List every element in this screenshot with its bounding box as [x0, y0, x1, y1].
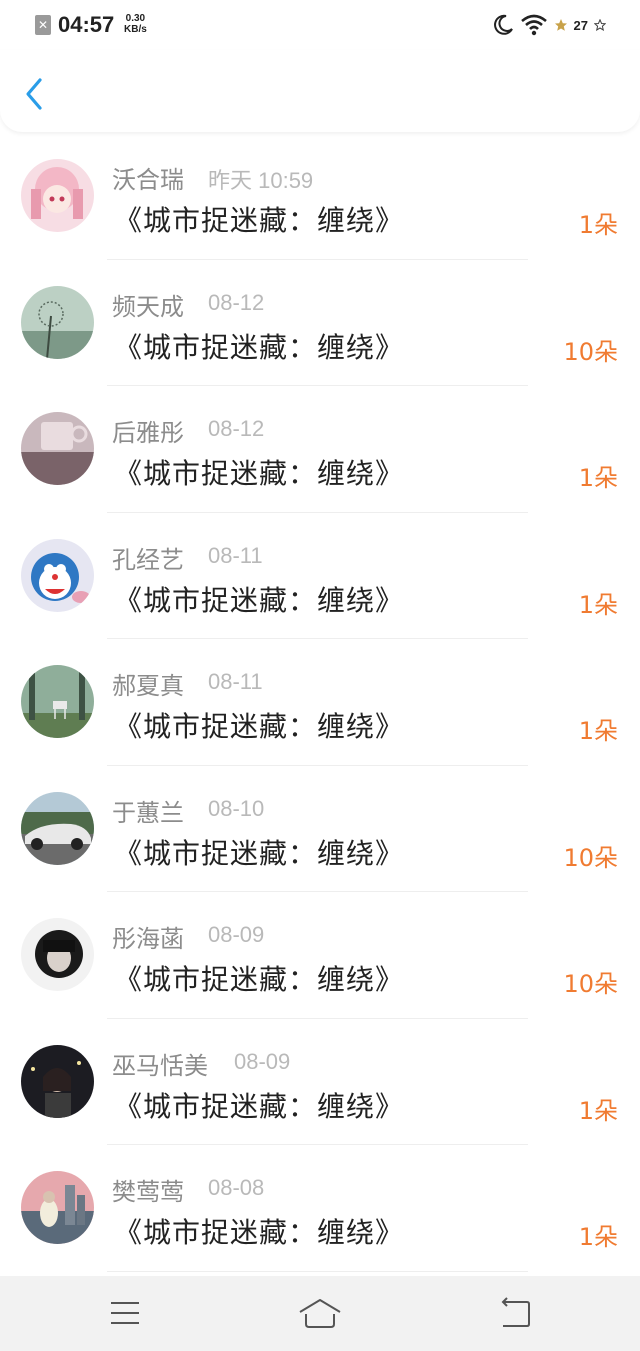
list-item[interactable]: 后雅彤 08-12 《城市捉迷藏：缠绕》 1朵	[0, 386, 640, 513]
sender-name: 后雅彤	[112, 419, 184, 447]
avatar[interactable]	[21, 538, 94, 612]
time: 昨天 10:59	[208, 168, 314, 193]
flower-count: 1朵	[578, 1223, 618, 1251]
net-speed-unit: KB/s	[124, 24, 147, 35]
sender-name: 孔经艺	[112, 545, 184, 574]
menu-button[interactable]	[103, 1296, 147, 1330]
sender-name: 巫马恬美	[112, 1051, 208, 1080]
sender-name: 于蕙兰	[112, 798, 184, 827]
time: 08-12	[208, 416, 265, 441]
status-bar: ✕ 04:57 0.30 KB/s 27	[0, 0, 640, 50]
avatar[interactable]	[21, 1171, 94, 1244]
item-title: 《城市捉迷藏：缠绕》	[114, 836, 405, 870]
home-button[interactable]	[298, 1296, 342, 1330]
sender-name: 樊莺莺	[112, 1178, 184, 1206]
avatar[interactable]	[21, 285, 94, 359]
item-title: 《城市捉迷藏：缠绕》	[114, 204, 405, 237]
flower-count: 10朵	[563, 843, 618, 872]
status-time: 04:57	[58, 12, 115, 37]
flower-count: 1朵	[578, 1096, 618, 1125]
flower-count: 10朵	[563, 337, 618, 366]
status-icons: 27	[492, 12, 606, 38]
header	[0, 50, 640, 132]
navigation-bar	[0, 1276, 640, 1351]
avatar[interactable]	[21, 1044, 94, 1118]
sender-name: 郝夏真	[112, 672, 184, 700]
flower-count: 1朵	[578, 464, 618, 492]
item-title: 《城市捉迷藏：缠绕》	[114, 583, 405, 617]
battery-level: 27	[573, 17, 588, 33]
wifi-icon	[520, 14, 547, 36]
flower-count: 10朵	[563, 970, 618, 998]
avatar[interactable]	[21, 791, 94, 865]
time: 08-10	[208, 795, 265, 821]
list-item[interactable]: 樊莺莺 08-08 《城市捉迷藏：缠绕》 1朵	[0, 1145, 640, 1272]
item-title: 《城市捉迷藏：缠绕》	[114, 710, 405, 743]
list-item[interactable]: 彤海菡 08-09 《城市捉迷藏：缠绕》 10朵	[0, 892, 640, 1019]
time: 08-11	[208, 669, 263, 694]
moon-icon	[493, 14, 513, 35]
list-item[interactable]: 巫马恬美 08-09 《城市捉迷藏：缠绕》 1朵	[0, 1019, 640, 1145]
flower-count: 1朵	[578, 211, 618, 239]
list-item[interactable]: 于蕙兰 08-10 《城市捉迷藏：缠绕》 10朵	[0, 766, 640, 892]
time: 08-08	[208, 1175, 265, 1200]
gift-list: 沃合瑞 昨天 10:59 《城市捉迷藏：缠绕》 1朵 频天成 08-12 《城市…	[0, 133, 640, 1272]
back-button[interactable]	[20, 74, 52, 114]
item-title: 《城市捉迷藏：缠绕》	[114, 330, 405, 364]
list-item[interactable]: 频天成 08-12 《城市捉迷藏：缠绕》 10朵	[0, 260, 640, 386]
star-outline-icon	[594, 19, 606, 31]
item-title: 《城市捉迷藏：缠绕》	[114, 963, 405, 996]
close-square-icon: ✕	[35, 15, 51, 35]
list-item[interactable]: 沃合瑞 昨天 10:59 《城市捉迷藏：缠绕》 1朵	[0, 133, 640, 260]
sender-name: 频天成	[112, 292, 184, 321]
sender-name: 沃合瑞	[112, 166, 184, 194]
avatar[interactable]	[21, 159, 94, 232]
back-icon	[501, 1297, 530, 1327]
net-speed: 0.30 KB/s	[124, 13, 147, 35]
list-item[interactable]: 孔经艺 08-11 《城市捉迷藏：缠绕》 1朵	[0, 513, 640, 639]
item-title: 《城市捉迷藏：缠绕》	[114, 457, 405, 490]
avatar[interactable]	[21, 665, 94, 738]
flower-count: 1朵	[578, 717, 618, 745]
time: 08-12	[208, 289, 265, 315]
screen: ✕ 04:57 0.30 KB/s 27 沃合瑞 昨天 10:59 《城市捉迷藏…	[0, 0, 640, 1351]
back-nav-button[interactable]	[493, 1296, 537, 1330]
avatar[interactable]	[21, 412, 94, 485]
star-icon	[554, 19, 567, 31]
chevron-left-icon	[26, 78, 42, 110]
item-title: 《城市捉迷藏：缠绕》	[114, 1216, 405, 1249]
flower-count: 1朵	[578, 590, 618, 619]
home-icon	[299, 1299, 341, 1328]
sender-name: 彤海菡	[112, 925, 184, 953]
list-item[interactable]: 郝夏真 08-11 《城市捉迷藏：缠绕》 1朵	[0, 639, 640, 766]
menu-icon	[111, 1302, 139, 1324]
avatar[interactable]	[21, 918, 94, 991]
time: 08-09	[234, 1048, 291, 1074]
time: 08-11	[208, 542, 263, 568]
item-title: 《城市捉迷藏：缠绕》	[114, 1089, 405, 1123]
time: 08-09	[208, 922, 265, 947]
battery-icon: 27	[574, 18, 588, 33]
divider	[107, 1270, 528, 1272]
net-speed-value: 0.30	[125, 13, 146, 24]
